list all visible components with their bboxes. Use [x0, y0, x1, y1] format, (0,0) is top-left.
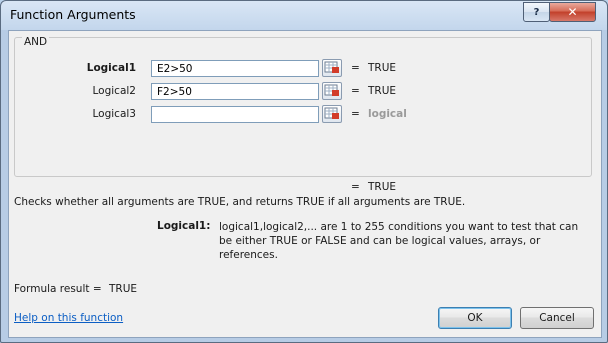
range-selector-icon	[324, 61, 339, 73]
function-arguments-dialog: Function Arguments ? ✕ AND Logical1 = TR…	[0, 0, 608, 343]
equals-sign: =	[351, 85, 360, 97]
dialog-body: AND Logical1 = TRUE Logical2	[8, 30, 602, 338]
collapse-dialog-icon[interactable]	[322, 82, 342, 100]
argument-input-logical2[interactable]	[151, 83, 319, 100]
argument-input-logical1[interactable]	[151, 60, 319, 77]
help-icon[interactable]: ?	[523, 2, 550, 22]
arguments-group: AND Logical1 = TRUE Logical2	[14, 36, 592, 177]
overall-result: TRUE	[368, 181, 397, 193]
formula-result-value: TRUE	[108, 283, 138, 295]
parameter-name: Logical1:	[157, 220, 211, 232]
ok-button[interactable]: OK	[438, 307, 512, 329]
equals-sign: =	[351, 108, 360, 120]
argument-label-logical2: Logical2	[92, 85, 136, 97]
function-name: AND	[22, 36, 50, 48]
argument-result-logical1: TRUE	[368, 62, 397, 74]
argument-result-logical3: logical	[368, 108, 407, 120]
cancel-button[interactable]: Cancel	[520, 307, 594, 329]
formula-result: Formula result = TRUE	[14, 283, 137, 295]
collapse-dialog-icon[interactable]	[322, 59, 342, 77]
formula-result-label: Formula result =	[14, 283, 102, 295]
collapse-dialog-icon[interactable]	[322, 105, 342, 123]
function-description: Checks whether all arguments are TRUE, a…	[14, 196, 466, 208]
argument-result-logical2: TRUE	[368, 85, 397, 97]
title-bar[interactable]: Function Arguments ? ✕	[1, 1, 607, 29]
overall-equals-sign: =	[351, 181, 360, 193]
range-selector-icon	[324, 107, 339, 119]
argument-input-logical3[interactable]	[151, 106, 319, 123]
help-on-function-link[interactable]: Help on this function	[14, 312, 123, 324]
parameter-description: logical1,logical2,... are 1 to 255 condi…	[219, 221, 579, 261]
argument-label-logical3: Logical3	[92, 108, 136, 120]
range-selector-icon	[324, 84, 339, 96]
equals-sign: =	[351, 62, 360, 74]
close-icon[interactable]: ✕	[549, 2, 596, 22]
argument-label-logical1: Logical1	[86, 62, 136, 74]
dialog-title: Function Arguments	[10, 7, 136, 22]
